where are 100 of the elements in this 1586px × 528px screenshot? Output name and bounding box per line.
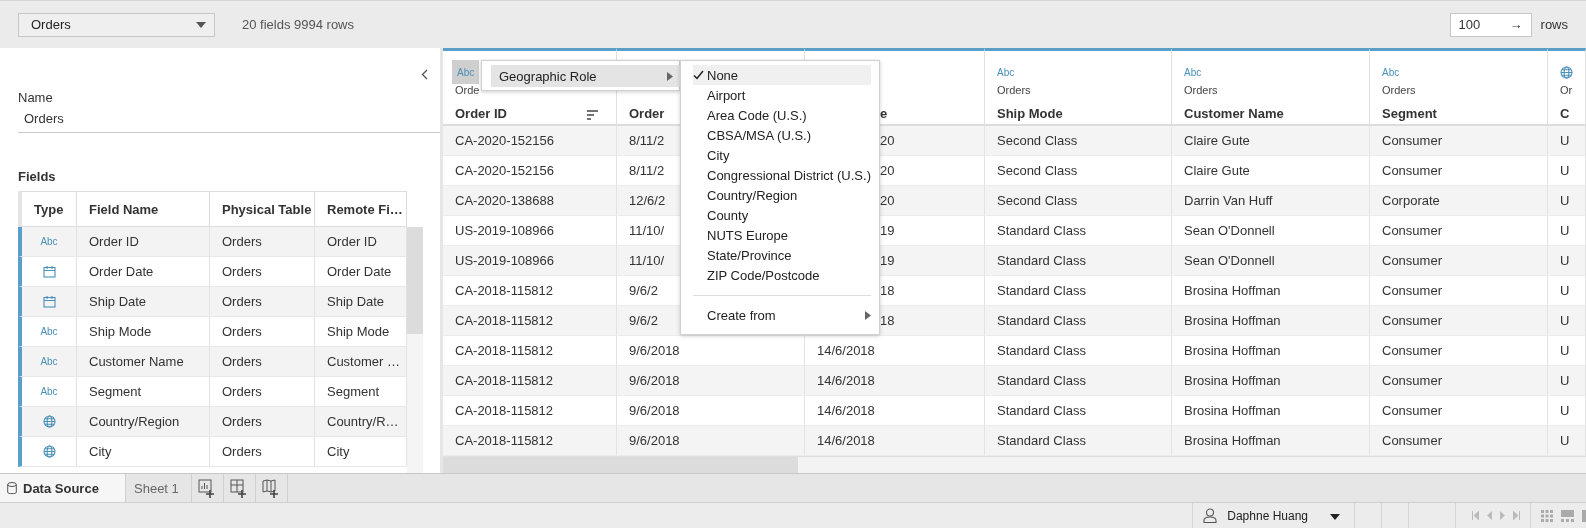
type-label: Abc <box>997 66 1015 78</box>
column-name: C <box>1560 106 1570 121</box>
caret-icon <box>1330 513 1340 520</box>
table-cell: CA-2018-115812 <box>443 426 617 456</box>
table-cell: 14/6/2018 <box>805 426 985 456</box>
new-worksheet-icon[interactable] <box>198 478 217 498</box>
table-cell: Order ID <box>77 227 210 257</box>
type-label: Abc <box>457 66 475 78</box>
user-menu[interactable]: Daphne Huang <box>1192 503 1355 528</box>
menu-item[interactable]: Geographic Role <box>491 65 681 87</box>
column-name: Segment <box>1382 106 1437 121</box>
first-page-icon[interactable] <box>1472 511 1479 520</box>
table-cell: 9/6/2018 <box>617 366 805 396</box>
table-cell: Second Class <box>985 186 1172 216</box>
table-cell: U <box>1548 126 1586 156</box>
table-cell: Order ID <box>315 227 407 257</box>
table-cell: Brosina Hoffman <box>1172 366 1370 396</box>
column-name: Customer Name <box>1184 106 1284 121</box>
data-source-dropdown[interactable]: Orders <box>18 12 215 37</box>
type-label: Abc <box>40 386 58 397</box>
scrollbar[interactable] <box>443 456 1586 473</box>
table-cell: Orders <box>210 287 315 317</box>
table-name: Orders <box>997 83 1031 98</box>
table-cell: Consumer <box>1370 366 1548 396</box>
table-cell: US-2019-108966 <box>443 246 617 276</box>
table-cell: U <box>1548 426 1586 456</box>
table-cell: Orders <box>210 227 315 257</box>
new-dashboard-icon[interactable] <box>230 478 249 498</box>
database-icon <box>7 481 17 495</box>
scrollbar[interactable] <box>407 227 423 473</box>
table-name: Orders <box>1184 83 1218 98</box>
table-cell: Country/Region <box>77 407 210 437</box>
table-cell: Consumer <box>1370 306 1548 336</box>
scrollbar-thumb[interactable] <box>443 457 798 473</box>
table-cell: Standard Class <box>985 306 1172 336</box>
type-label: Abc <box>1382 66 1400 78</box>
table-cell: Standard Class <box>985 366 1172 396</box>
table-cell: CA-2018-115812 <box>443 366 617 396</box>
column-name: Ship Mode <box>997 106 1063 121</box>
type-label: Abc <box>1184 66 1202 78</box>
table-name: Orde <box>455 83 480 98</box>
type-label: Abc <box>40 356 58 367</box>
table-cell: Consumer <box>1370 426 1548 456</box>
table-cell: Standard Class <box>985 426 1172 456</box>
row-limit-field[interactable]: 100 → <box>1449 12 1532 37</box>
list-view-icon[interactable] <box>1582 509 1586 522</box>
type-label: Abc <box>40 236 58 247</box>
table-cell: U <box>1548 306 1586 336</box>
previous-page-icon[interactable] <box>1487 511 1492 520</box>
globe-icon <box>1560 65 1573 79</box>
rows-label: rows <box>1540 17 1568 32</box>
table-cell: U <box>1548 366 1586 396</box>
column-name: e <box>879 106 888 121</box>
table-cell: U <box>1548 246 1586 276</box>
last-page-icon[interactable] <box>1513 511 1520 520</box>
calendar-icon <box>42 295 56 308</box>
sheet-tab[interactable]: Data Source <box>0 474 126 502</box>
table-cell: U <box>1548 186 1586 216</box>
filmstrip-view-icon[interactable] <box>1561 509 1574 522</box>
name-label: Name <box>18 90 54 105</box>
table-cell: Orders <box>210 347 315 377</box>
scrollbar-thumb[interactable] <box>407 227 423 334</box>
fields-heading: Fields <box>18 169 57 184</box>
table-cell: 9/6/2018 <box>617 426 805 456</box>
table-cell: CA-2020-152156 <box>443 126 617 156</box>
arrow-icon[interactable]: → <box>1509 17 1523 32</box>
table-cell: Ship Date <box>77 287 210 317</box>
menu-item[interactable]: None <box>693 65 871 85</box>
table-cell: CA-2020-138688 <box>443 186 617 216</box>
grid-view-icon[interactable] <box>1541 509 1553 522</box>
table-cell: 14/6/2018 <box>805 366 985 396</box>
table-cell: Second Class <box>985 126 1172 156</box>
calendar-icon <box>42 265 56 278</box>
caret-icon <box>196 21 206 28</box>
name-field[interactable]: Orders <box>18 111 440 133</box>
table-cell: Ship Date <box>315 287 407 317</box>
globe-icon <box>42 445 56 458</box>
next-page-icon[interactable] <box>1500 511 1505 520</box>
table-cell: Country/R… <box>315 407 407 437</box>
table-name: Orders <box>1382 83 1416 98</box>
table-cell: CA-2018-115812 <box>443 306 617 336</box>
globe-icon <box>42 415 56 428</box>
table-cell: Standard Class <box>985 246 1172 276</box>
sort-icon[interactable] <box>587 110 598 120</box>
caret-icon <box>865 310 871 320</box>
sheet-tab[interactable]: Sheet 1 <box>126 474 192 502</box>
table-cell: Orders <box>210 407 315 437</box>
new-story-icon[interactable] <box>262 478 281 498</box>
user-icon <box>1203 508 1218 523</box>
table-cell: Brosina Hoffman <box>1172 306 1370 336</box>
table-cell: Customer Name <box>77 347 210 377</box>
column-name: Order <box>629 106 665 121</box>
column-name: Order ID <box>455 106 507 121</box>
table-cell: Customer … <box>315 347 407 377</box>
collapse-icon[interactable] <box>421 69 428 80</box>
field-count-text: 20 fields 9994 rows <box>242 17 354 32</box>
type-label: Abc <box>40 326 58 337</box>
table-cell: Consumer <box>1370 246 1548 276</box>
table-cell: Orders <box>210 437 315 467</box>
table-cell: City <box>77 437 210 467</box>
